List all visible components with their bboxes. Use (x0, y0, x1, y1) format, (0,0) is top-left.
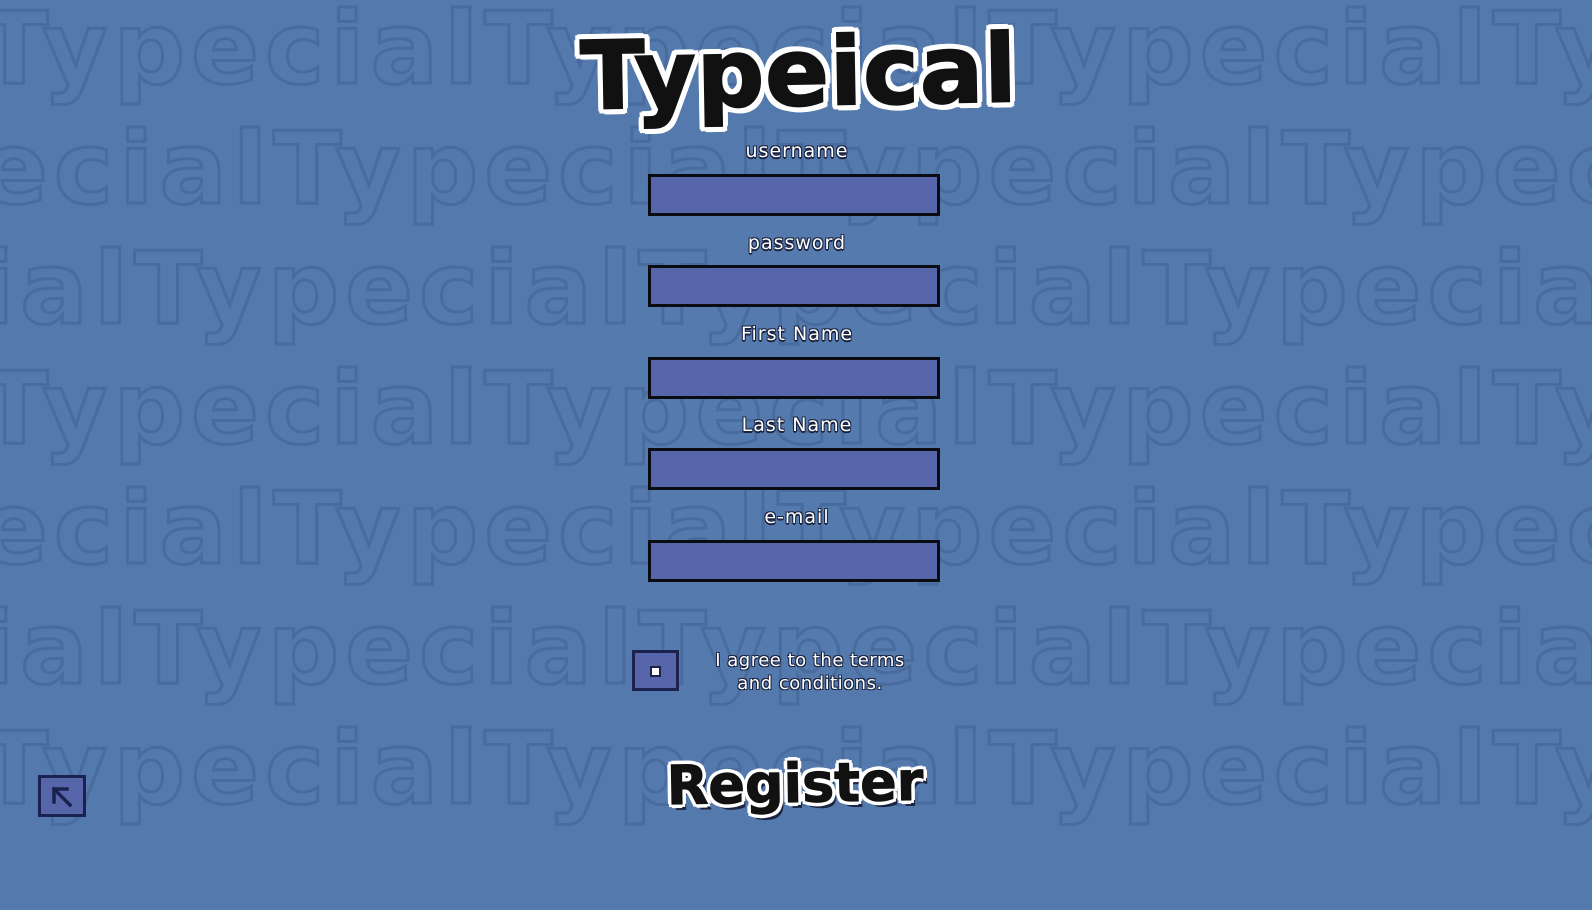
checkbox-indicator-icon (650, 666, 661, 677)
terms-checkbox[interactable] (632, 650, 679, 691)
last-name-label: Last Name (741, 414, 853, 436)
username-input[interactable] (648, 174, 940, 216)
password-label: password (747, 232, 847, 254)
terms-label-line-1: I agree to the terms (715, 650, 905, 671)
username-label: username (745, 140, 849, 162)
arrow-up-left-icon (51, 786, 73, 808)
first-name-input[interactable] (648, 357, 940, 399)
terms-label-line-2: and conditions. (737, 673, 883, 694)
email-label: e-mail (764, 506, 830, 528)
register-button[interactable]: Register (649, 745, 940, 820)
last-name-input[interactable] (648, 448, 940, 490)
first-name-label: First Name (740, 323, 854, 345)
terms-label: I agree to the terms and conditions. (690, 649, 930, 695)
app-logo: Typeical (579, 14, 1020, 133)
back-button[interactable] (38, 775, 86, 817)
password-input[interactable] (648, 265, 940, 307)
email-input[interactable] (648, 540, 940, 582)
